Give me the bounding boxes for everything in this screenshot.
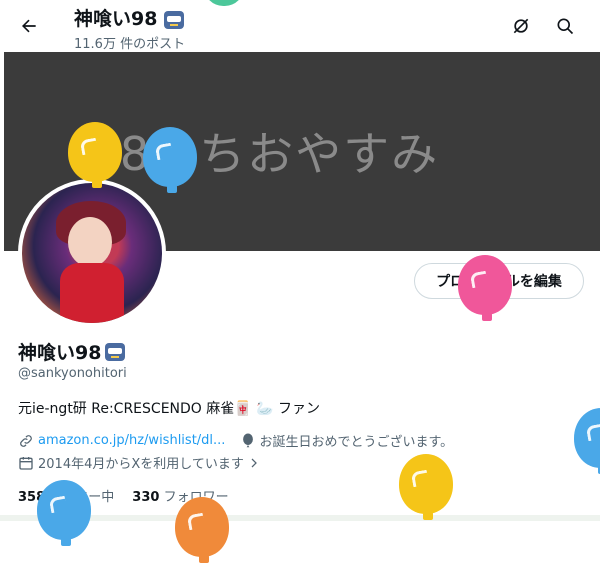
search-icon	[557, 18, 574, 35]
profile-name: 神喰い98	[18, 338, 126, 365]
balloon-blue-bottom	[37, 480, 91, 546]
balloon-icon	[243, 432, 254, 447]
joined-text: 2014年4月からXを利用しています	[38, 457, 244, 472]
balloon-pink	[458, 255, 512, 321]
calendar-icon	[19, 456, 33, 470]
back-button[interactable]	[14, 11, 44, 41]
chevron-right-icon	[251, 458, 257, 467]
balloon-yellow	[68, 122, 122, 188]
profile-bio: 元ie-ngt研 Re:CRESCENDO 麻雀🀄 🦢 ファン	[18, 401, 321, 417]
page-title: 神喰い98	[74, 4, 185, 31]
post-count: 11.6万 件のポスト	[74, 37, 186, 52]
avatar[interactable]	[18, 179, 166, 327]
profile-handle: @sankyonohitori	[18, 366, 127, 381]
profile-meta-row: amazon.co.jp/hz/wishlist/dl... お誕生日おめでとう…	[18, 431, 453, 450]
avatar-dress	[60, 263, 124, 323]
profile-link[interactable]: amazon.co.jp/hz/wishlist/dl...	[38, 433, 225, 448]
balloon-yellow-bottom	[399, 454, 453, 520]
profile-name-text: 神喰い98	[18, 342, 102, 364]
birthday-text: お誕生日おめでとうございます。	[259, 435, 454, 450]
page-title-text: 神喰い98	[74, 8, 158, 30]
link-icon	[20, 434, 32, 447]
arrow-left-icon	[22, 19, 36, 33]
top-bar: 神喰い98 11.6万 件のポスト	[0, 0, 600, 52]
followers-count: 330	[132, 490, 160, 505]
balloon-orange	[175, 497, 229, 563]
banner-text: -98っちおやすみ	[70, 127, 440, 181]
balloon-blue	[143, 127, 197, 193]
search-button[interactable]	[550, 11, 580, 41]
avatar-face	[68, 217, 112, 267]
grok-button[interactable]	[506, 11, 536, 41]
grok-icon	[513, 18, 529, 34]
robot-emoji-icon	[105, 342, 126, 361]
balloon-blue-right	[574, 408, 600, 474]
profile-joined[interactable]: 2014年4月からXを利用しています	[18, 453, 260, 472]
robot-emoji-icon	[164, 10, 185, 29]
